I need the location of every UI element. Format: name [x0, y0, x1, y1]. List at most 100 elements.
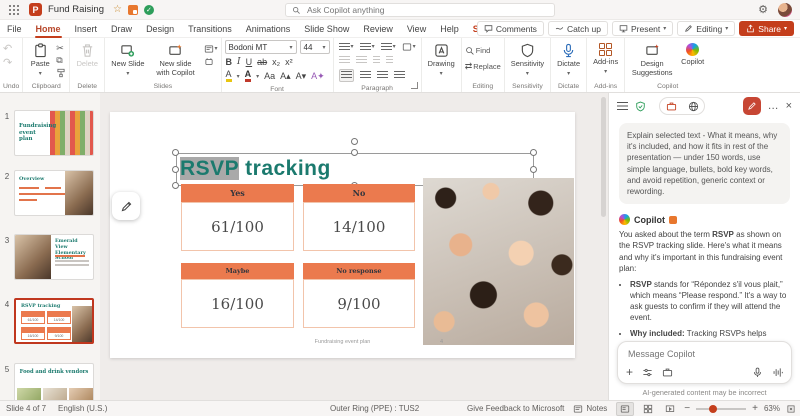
more-options-icon[interactable]: … [768, 101, 779, 112]
paragraph-mark2-icon[interactable] [386, 56, 393, 65]
menu-hamburger-icon[interactable] [617, 102, 628, 110]
selection-handle[interactable] [172, 166, 179, 173]
cut-icon[interactable]: ✂ [56, 44, 66, 53]
sensitivity-label-icon[interactable] [128, 5, 138, 15]
table-value-no-response[interactable]: 9/100 [303, 279, 415, 328]
superscript-button[interactable]: x² [285, 57, 293, 67]
fit-to-window-icon[interactable] [786, 404, 796, 414]
favorite-star-icon[interactable]: ☆ [113, 4, 122, 15]
tab-insert[interactable]: Insert [68, 20, 105, 38]
italic-button[interactable]: I [237, 57, 241, 67]
sensitivity-button[interactable]: Sensitivity ▾ [508, 40, 547, 77]
attach-plus-icon[interactable]: + [626, 366, 633, 378]
replace-button[interactable]: ⇄Replace [465, 62, 501, 71]
briefcase-icon[interactable] [662, 367, 673, 378]
design-suggestions-button[interactable]: Design Suggestions [628, 40, 676, 77]
align-left-button[interactable] [339, 69, 354, 82]
tab-home[interactable]: Home [29, 20, 68, 38]
present-button[interactable]: Present ▾ [612, 21, 673, 36]
slide-editor[interactable]: RSVP tracking Yes No 61/100 14/100 Maybe… [110, 112, 575, 358]
powerpoint-logo-icon[interactable]: P [29, 3, 42, 16]
thumbnail-slide-5[interactable]: 5 Food and drink vendors [0, 363, 94, 400]
slide-counter[interactable]: Slide 4 of 7 [0, 404, 52, 413]
thumbnail-slide-3[interactable]: 3 Emerald View Elementary School [0, 234, 94, 280]
selected-text[interactable]: RSVP [180, 157, 239, 180]
slide-title[interactable]: RSVP tracking [180, 155, 331, 181]
share-button[interactable]: Share ▾ [739, 21, 794, 36]
selection-handle[interactable] [172, 182, 179, 189]
strikethrough-button[interactable]: ab [257, 57, 267, 67]
table-header-no-response[interactable]: No response [303, 263, 415, 279]
language-indicator[interactable]: English (U.S.) [52, 404, 113, 413]
find-button[interactable]: Find [465, 46, 501, 56]
selection-handle[interactable] [530, 149, 537, 156]
grow-font-button[interactable]: A▴ [280, 71, 291, 82]
highlight-color-button[interactable]: A [226, 70, 232, 82]
tab-slide-show[interactable]: Slide Show [297, 20, 356, 38]
normal-view-button[interactable] [616, 402, 634, 416]
tab-draw[interactable]: Draw [104, 20, 139, 38]
table-header-no[interactable]: No [303, 184, 415, 202]
underline-button[interactable]: U [246, 57, 253, 67]
text-direction-button[interactable]: ▾ [402, 42, 416, 52]
numbering-button[interactable]: ▾ [360, 43, 375, 52]
comments-button[interactable]: Comments [477, 21, 544, 36]
tab-view[interactable]: View [400, 20, 433, 38]
slideshow-view-button[interactable] [662, 403, 678, 415]
table-value-yes[interactable]: 61/100 [181, 202, 294, 251]
feedback-link[interactable]: Give Feedback to Microsoft [467, 404, 564, 413]
thumbnail-slide-2[interactable]: 2 Overview [0, 170, 94, 216]
slide-sorter-view-button[interactable] [640, 403, 656, 415]
selection-handle[interactable] [530, 166, 537, 173]
microphone-icon[interactable] [752, 367, 763, 378]
bullets-button[interactable]: ▾ [339, 43, 354, 52]
addins-button[interactable]: Add-ins ▾ [590, 40, 621, 75]
copilot-button[interactable]: Copilot [678, 40, 707, 67]
thumbnail-slide-4-selected[interactable]: 4 RSVP tracking 61/100 14/100 16/100 9/1… [0, 298, 94, 344]
rotate-handle[interactable] [351, 138, 358, 145]
new-slide-button[interactable]: New Slide ▾ [108, 40, 147, 77]
multilevel-list-button[interactable]: ▾ [381, 43, 396, 52]
tab-design[interactable]: Design [139, 20, 181, 38]
web-mode-button[interactable] [682, 98, 704, 114]
search-input[interactable] [305, 4, 548, 16]
redo-icon[interactable]: ↷ [3, 58, 12, 69]
tab-file[interactable]: File [0, 20, 29, 38]
tab-help[interactable]: Help [433, 20, 466, 38]
settings-gear-icon[interactable]: ⚙ [758, 5, 768, 16]
zoom-out-icon[interactable]: − [684, 403, 690, 414]
delete-button[interactable]: Delete [73, 40, 101, 69]
change-case-button[interactable]: Aa [264, 71, 275, 81]
app-launcher-icon[interactable] [9, 5, 19, 15]
quick-edit-pencil-button[interactable] [112, 192, 140, 220]
work-mode-button[interactable] [660, 98, 682, 114]
zoom-slider-handle[interactable] [709, 405, 717, 413]
shrink-font-button[interactable]: A▾ [296, 71, 307, 82]
paragraph-mark-icon[interactable] [373, 56, 380, 65]
table-header-maybe[interactable]: Maybe [181, 263, 294, 279]
copy-icon[interactable]: ⧉ [56, 56, 66, 65]
format-painter-icon[interactable] [56, 68, 66, 78]
font-color-button[interactable]: A [245, 70, 252, 82]
user-avatar[interactable] [778, 3, 792, 17]
tab-animations[interactable]: Animations [239, 20, 298, 38]
catch-up-button[interactable]: Catch up [548, 21, 608, 36]
zoom-in-icon[interactable]: + [752, 403, 758, 414]
shield-check-icon[interactable] [635, 101, 646, 112]
notes-button[interactable]: Notes [570, 403, 610, 415]
copilot-message-input-card[interactable]: + [617, 341, 792, 384]
decrease-indent-icon[interactable] [339, 56, 350, 65]
voice-mode-icon[interactable] [772, 367, 783, 378]
table-value-maybe[interactable]: 16/100 [181, 279, 294, 328]
canvas-scrollbar[interactable] [601, 97, 606, 217]
new-slide-with-copilot-button[interactable]: New slide with Copilot [150, 40, 202, 77]
close-panel-icon[interactable]: × [786, 101, 792, 112]
tab-transitions[interactable]: Transitions [181, 20, 239, 38]
undo-icon[interactable]: ↶ [3, 44, 12, 55]
font-name-select[interactable]: Bodoni MT▾ [225, 40, 297, 54]
zoom-slider[interactable] [696, 408, 746, 410]
slide-layout-icon[interactable]: ▾ [204, 44, 218, 54]
thumbnail-slide-1[interactable]: 1 Fundraising event plan [0, 110, 94, 156]
subscript-button[interactable]: x₂ [272, 57, 280, 67]
editing-mode-button[interactable]: Editing ▾ [677, 21, 735, 36]
